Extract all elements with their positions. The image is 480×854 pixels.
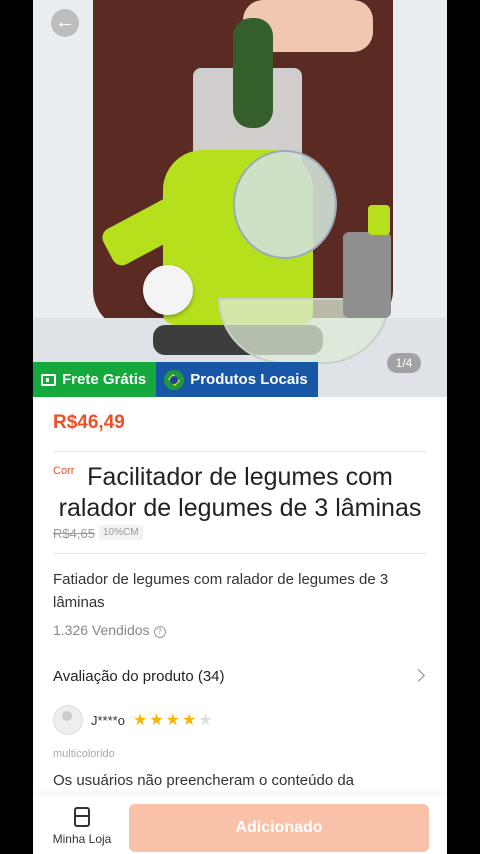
store-button[interactable]: Minha Loja: [47, 807, 117, 846]
divider: [53, 451, 427, 452]
chevron-right-icon: [412, 669, 425, 682]
arrow-left-icon: ←: [55, 11, 75, 33]
local-products-label: Produtos Locais: [190, 371, 308, 388]
product-price: R$46,49: [53, 412, 125, 433]
badge-row: Frete Grátis Produtos Locais: [33, 362, 318, 397]
reviews-header[interactable]: Avaliação do produto (34): [53, 668, 427, 690]
star-icon: ★: [132, 712, 148, 729]
avatar: [53, 705, 83, 735]
local-products-badge: Produtos Locais: [156, 362, 318, 397]
sold-count-text: 1.326 Vendidos: [53, 622, 150, 638]
reviews-title: Avaliação do produto (34): [53, 668, 225, 685]
info-icon[interactable]: ?: [153, 626, 166, 638]
review-item: J****o ★ ★ ★ ★ ★: [53, 705, 215, 735]
review-variant: multicolorido: [53, 748, 115, 760]
star-icon: ★: [165, 712, 180, 729]
product-title: Facilitador de legumes com ralador de le…: [58, 463, 422, 522]
truck-icon: [41, 373, 56, 386]
bottom-bar: Minha Loja Adicionado: [33, 795, 447, 854]
star-icon: ★: [182, 712, 197, 729]
reviewer-name: J****o: [91, 712, 125, 728]
add-to-cart-button[interactable]: Adicionado: [129, 804, 429, 852]
image-counter: 1/4: [387, 353, 421, 373]
phone-screen: ← 1/4 Frete Grátis Produtos Locais R$46,…: [33, 0, 447, 854]
product-image[interactable]: ← 1/4 Frete Grátis Produtos Locais: [33, 0, 447, 397]
brazil-flag-icon: [164, 369, 185, 390]
star-empty-icon: ★: [198, 712, 213, 729]
discount-tag: 10%CM: [99, 525, 143, 540]
product-description: Fatiador de legumes com ralador de legum…: [53, 571, 389, 611]
review-text: Os usuários não preencheram o conteúdo d…: [53, 772, 355, 789]
free-shipping-label: Frete Grátis: [62, 371, 147, 388]
free-shipping-badge: Frete Grátis: [33, 362, 157, 397]
store-label: Minha Loja: [52, 832, 112, 846]
back-button[interactable]: ←: [51, 9, 79, 37]
star-icon: ★: [149, 712, 164, 729]
old-price: R$4,65: [53, 526, 95, 541]
store-icon: [74, 807, 90, 827]
sold-count: 1.326 Vendidos?: [53, 622, 166, 638]
divider: [53, 553, 427, 554]
